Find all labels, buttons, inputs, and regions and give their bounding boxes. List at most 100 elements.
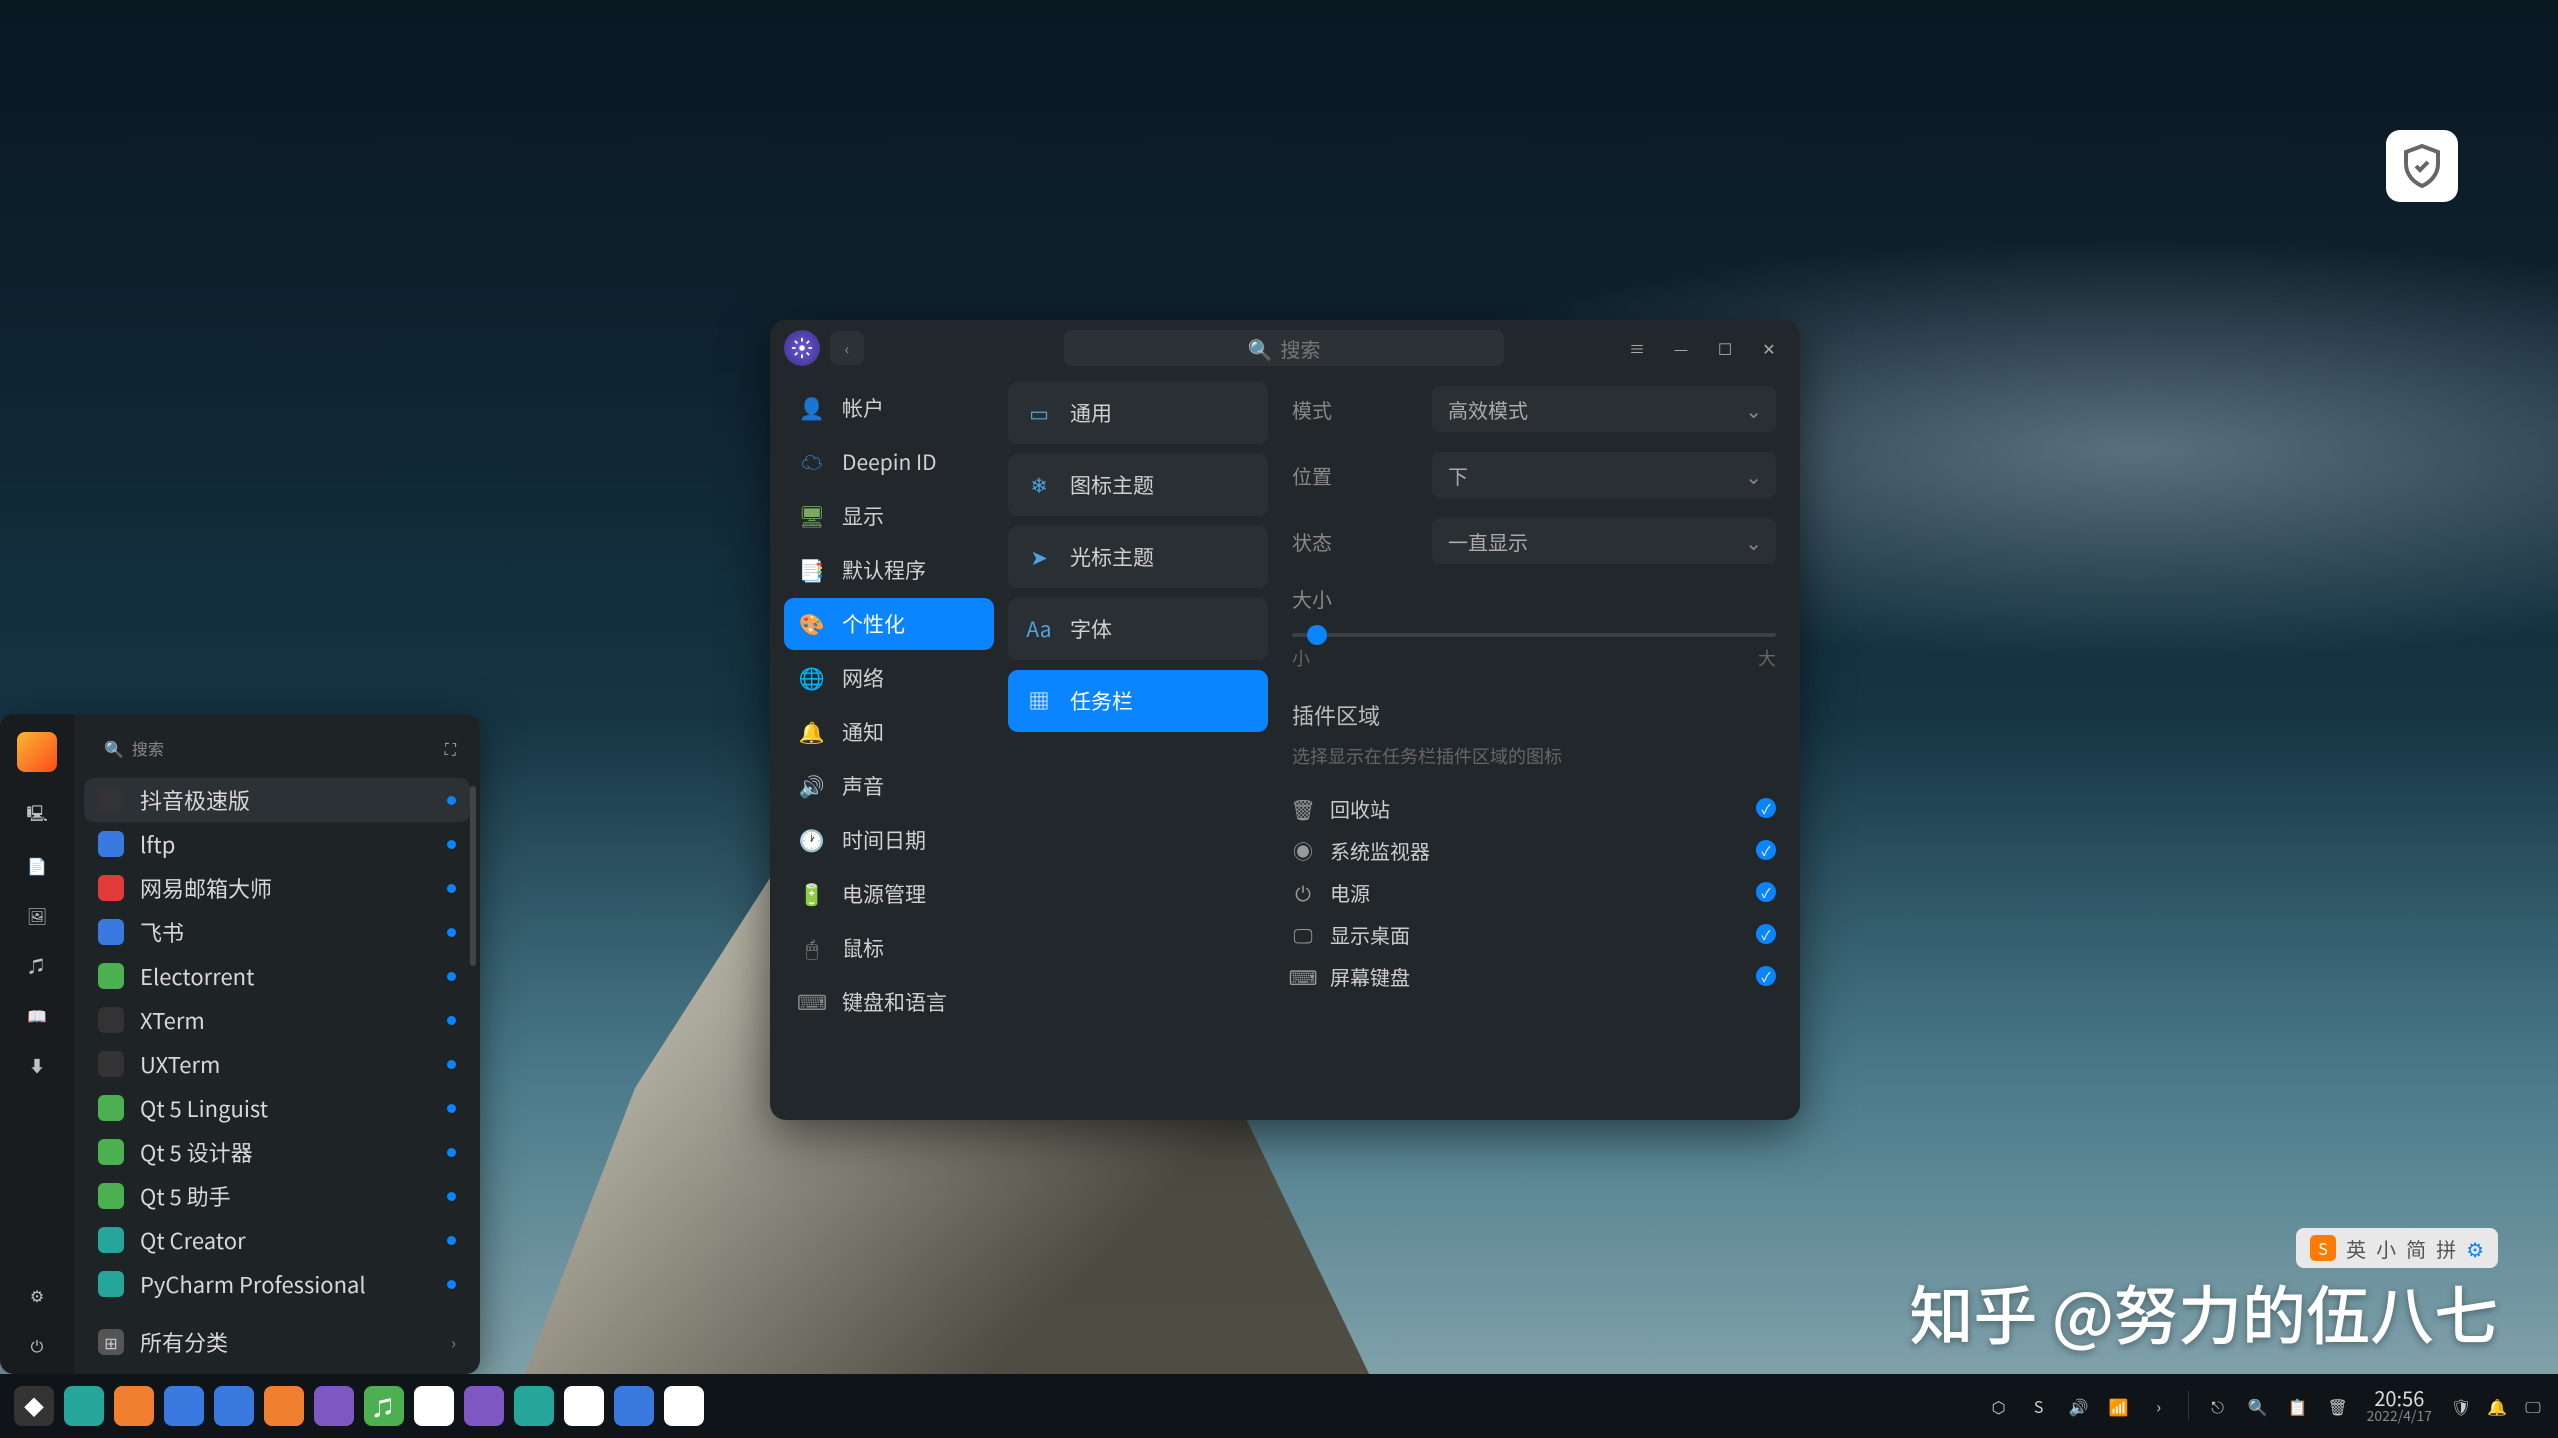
nav-defaults[interactable]: 📑默认程序 [784,544,994,596]
gear-icon[interactable]: ⚙ [2466,1234,2484,1263]
back-button[interactable]: ‹ [830,331,864,365]
taskbar-appstore[interactable] [114,1386,154,1426]
subnav-snowflake[interactable]: ❄图标主题 [1008,454,1268,516]
nav-person[interactable]: 👤帐户 [784,382,994,434]
tray-usb-icon[interactable]: ⎋ [2207,1395,2229,1417]
document-icon[interactable]: 📄 [26,854,48,876]
app-item-7[interactable]: Qt 5 Linguist [84,1086,470,1130]
app-item-8[interactable]: Qt 5 设计器 [84,1130,470,1174]
ime-indicator[interactable]: S 英 小 简 拼 ⚙ [2296,1228,2498,1268]
nav-battery[interactable]: 🔋电源管理 [784,868,994,920]
chevron-right-icon: › [451,1330,456,1354]
settings-titlebar: ‹ 🔍 搜索 ≡ — ☐ ✕ [770,320,1800,376]
all-categories-item[interactable]: ⊞ 所有分类 › [84,1320,470,1364]
menu-button[interactable]: ≡ [1620,331,1654,365]
nav-clock[interactable]: 🕐时间日期 [784,814,994,866]
tray-trash-icon[interactable]: 🗑 [2327,1395,2349,1417]
nav-sound[interactable]: 🔊声音 [784,760,994,812]
app-item-2[interactable]: 网易邮箱大师 [84,866,470,910]
app-item-3[interactable]: 飞书 [84,910,470,954]
tray-cube-icon[interactable]: ⬡ [1988,1395,2010,1417]
tray-desktop-icon[interactable]: 🖵 [2522,1395,2544,1417]
start-menu-search[interactable]: 🔍 搜索 ⛶ [92,728,462,768]
settings-icon[interactable]: ⚙ [26,1284,48,1306]
font-icon: Aa [1026,616,1052,642]
toggle-check[interactable]: ✓ [1756,924,1776,944]
defaults-icon: 📑 [798,556,826,584]
nav-personalize[interactable]: 🎨个性化 [784,598,994,650]
tray-shield-icon[interactable]: 🛡 [2450,1395,2472,1417]
taskbar-launcher[interactable]: ◆ [14,1386,54,1426]
nav-cloud[interactable]: ☁Deepin ID [784,436,994,488]
power-icon[interactable]: ⏻ [26,1334,48,1356]
taskbar-file-manager[interactable] [164,1386,204,1426]
app-item-10[interactable]: Qt Creator [84,1218,470,1262]
nav-keyboard[interactable]: ⌨键盘和语言 [784,976,994,1028]
cursor-icon: ➤ [1026,544,1052,570]
taskbar-vscode[interactable] [614,1386,654,1426]
taskbar-notes[interactable] [264,1386,304,1426]
expand-icon[interactable]: ⛶ [445,736,456,760]
app-item-5[interactable]: XTerm [84,998,470,1042]
subnav-cursor[interactable]: ➤光标主题 [1008,526,1268,588]
subnav-font[interactable]: Aa字体 [1008,598,1268,660]
taskbar-music[interactable]: ♫ [364,1386,404,1426]
plugin-section-desc: 选择显示在任务栏插件区域的图标 [1292,743,1776,769]
tray-volume-icon[interactable]: 🔊 [2068,1395,2090,1417]
tray-bell-icon[interactable]: 🔔 [2486,1395,2508,1417]
position-select[interactable]: 下 [1432,452,1776,498]
download-icon[interactable]: ⬇ [26,1054,48,1076]
state-select[interactable]: 一直显示 [1432,518,1776,564]
user-avatar[interactable] [17,732,57,772]
app-item-4[interactable]: Electorrent [84,954,470,998]
app-item-9[interactable]: Qt 5 助手 [84,1174,470,1218]
tray-search-icon[interactable]: 🔍 [2247,1395,2269,1417]
plugin-osk: ⌨ 屏幕键盘 ✓ [1292,955,1776,997]
app-item-0[interactable]: 抖音极速版 [84,778,470,822]
battery-icon: 🔋 [798,880,826,908]
taskbar-chrome[interactable] [564,1386,604,1426]
tray-chevron-icon[interactable]: › [2148,1395,2170,1417]
taskbar-calendar[interactable] [414,1386,454,1426]
nav-network[interactable]: 🌐网络 [784,652,994,704]
taskbar-clock[interactable]: 20:56 2022/4/17 [2367,1387,2432,1424]
minimize-button[interactable]: — [1664,331,1698,365]
settings-search[interactable]: 🔍 搜索 [1064,330,1504,366]
subnav-window[interactable]: ▭通用 [1008,382,1268,444]
cloud-icon: ☁ [798,448,826,476]
mode-select[interactable]: 高效模式 [1432,386,1776,432]
toggle-check[interactable]: ✓ [1756,840,1776,860]
music-icon[interactable]: ♫ [26,954,48,976]
new-indicator-dot [447,1236,456,1245]
size-slider[interactable] [1292,633,1776,637]
tray-wifi-icon[interactable]: 📶 [2108,1395,2130,1417]
taskbar-text-editor[interactable] [664,1386,704,1426]
taskbar-multitask[interactable] [64,1386,104,1426]
book-icon[interactable]: 📖 [26,1004,48,1026]
nav-display[interactable]: 🖥显示 [784,490,994,542]
tray-sogou-icon[interactable]: S [2028,1395,2050,1417]
close-button[interactable]: ✕ [1752,331,1786,365]
tray-clipboard-icon[interactable]: 📋 [2287,1395,2309,1417]
new-indicator-dot [447,928,456,937]
nav-bell[interactable]: 🔔通知 [784,706,994,758]
app-item-1[interactable]: lftp [84,822,470,866]
computer-icon[interactable]: 🖳 [26,804,48,826]
taskbar-browser[interactable] [214,1386,254,1426]
subnav-taskbar[interactable]: ▦任务栏 [1008,670,1268,732]
nav-mouse[interactable]: 🖱鼠标 [784,922,994,974]
app-item-6[interactable]: UXTerm [84,1042,470,1086]
app-item-11[interactable]: PyCharm Professional [84,1262,470,1306]
taskbar-security[interactable] [514,1386,554,1426]
toggle-check[interactable]: ✓ [1756,882,1776,902]
maximize-button[interactable]: ☐ [1708,331,1742,365]
taskbar-gallery[interactable] [314,1386,354,1426]
start-menu-scrollbar[interactable] [470,786,476,1316]
desktop-shortcut-security[interactable] [2386,130,2458,202]
toggle-check[interactable]: ✓ [1756,798,1776,818]
new-indicator-dot [447,1060,456,1069]
taskbar-settings-gear[interactable] [464,1386,504,1426]
picture-icon[interactable]: 🖼 [26,904,48,926]
toggle-check[interactable]: ✓ [1756,966,1776,986]
network-icon: 🌐 [798,664,826,692]
